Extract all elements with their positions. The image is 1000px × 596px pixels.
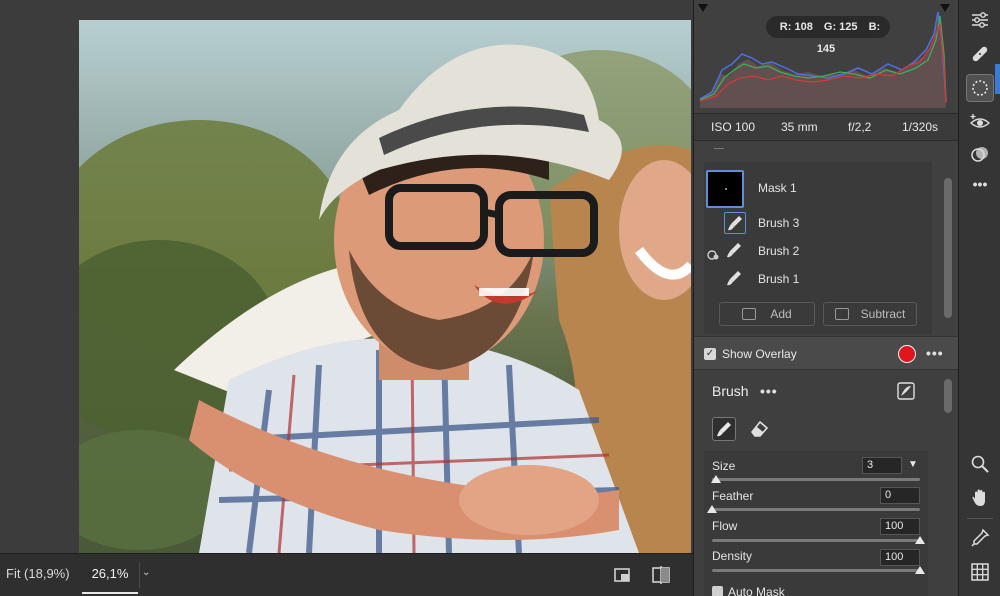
size-input[interactable]: 3 <box>862 457 902 474</box>
brush-preset-icon[interactable] <box>897 382 915 400</box>
size-slider-thumb[interactable] <box>711 475 722 483</box>
flow-slider-thumb[interactable] <box>915 536 925 544</box>
visibility-icon[interactable] <box>706 244 720 260</box>
brush-tool-icon[interactable] <box>712 417 736 441</box>
bottom-bar: Fit (18,9%) 26,1% ⌄ <box>0 553 693 596</box>
brush-panel-scrollbar[interactable] <box>944 379 952 413</box>
subtract-mask-button[interactable]: Subtract <box>823 302 917 326</box>
mask-thumbnail[interactable] <box>706 170 744 208</box>
photo-preview[interactable] <box>79 20 691 553</box>
brush-section: Brush ••• Size 3 ▼ Feather 0 Flow 100 De… <box>694 371 958 596</box>
histogram: R: 108 G: 125 B: 145 <box>698 4 950 108</box>
mask-list-scrollbar[interactable] <box>944 178 952 318</box>
show-overlay-checkbox[interactable]: ✓ <box>704 348 716 360</box>
add-mask-label: Add <box>770 307 792 321</box>
brush-row-label: Brush 2 <box>758 244 800 258</box>
brush-section-title: Brush <box>712 383 749 399</box>
redeye-icon[interactable] <box>966 108 994 136</box>
feather-slider-track[interactable] <box>712 508 920 511</box>
add-mask-icon <box>742 308 757 320</box>
photo-illustration <box>79 44 691 553</box>
tool-separator <box>967 518 993 519</box>
section-divider <box>714 148 724 149</box>
auto-mask-label: Auto Mask <box>728 585 785 596</box>
size-dropdown-icon[interactable]: ▼ <box>908 459 918 470</box>
exif-iso: ISO 100 <box>711 120 756 134</box>
density-slider-thumb[interactable] <box>915 566 925 574</box>
brush-row-label: Brush 1 <box>758 272 800 286</box>
rgb-g-value: G: 125 <box>823 21 858 33</box>
view-mode-icon[interactable] <box>612 564 634 586</box>
rgb-readout: R: 108 G: 125 B: 145 <box>766 16 890 55</box>
auto-mask-checkbox[interactable] <box>712 586 723 596</box>
show-overlay-label: Show Overlay <box>722 347 797 361</box>
brush-row[interactable]: Brush 2 <box>704 237 932 265</box>
grid-icon[interactable] <box>966 558 994 586</box>
rgb-r-value: R: 108 <box>779 21 813 33</box>
eyedropper-icon[interactable] <box>966 524 994 552</box>
more-icon[interactable]: ••• <box>966 170 994 198</box>
density-input[interactable]: 100 <box>880 549 920 566</box>
zoom-custom-button[interactable]: 26,1% <box>82 554 138 594</box>
brush-row[interactable]: Brush 3 <box>704 209 932 237</box>
flow-label: Flow <box>712 519 738 533</box>
zoom-icon[interactable] <box>966 450 994 478</box>
density-slider-track[interactable] <box>712 569 920 572</box>
exif-shutter: 1/320s <box>902 120 939 134</box>
chevron-down-icon[interactable]: ⌄ <box>142 567 150 578</box>
feather-slider-thumb[interactable] <box>707 505 717 513</box>
brush-icon <box>724 212 746 234</box>
presets-icon[interactable] <box>966 140 994 168</box>
canvas-area[interactable] <box>0 0 693 553</box>
brush-icon <box>724 268 746 290</box>
brush-row-label: Brush 3 <box>758 216 800 230</box>
size-label: Size <box>712 459 736 473</box>
window-edge-accent <box>995 64 1000 94</box>
brush-more-icon[interactable]: ••• <box>760 383 778 399</box>
size-slider-track[interactable] <box>712 478 920 481</box>
exif-focal-length: 35 mm <box>781 120 818 134</box>
healing-icon[interactable] <box>966 40 994 68</box>
hand-icon[interactable] <box>966 484 994 512</box>
more-icon[interactable]: ••• <box>926 345 944 361</box>
subtract-mask-label: Subtract <box>860 307 906 321</box>
flow-input[interactable]: 100 <box>880 518 920 535</box>
show-overlay-row: ✓ Show Overlay ••• <box>694 336 958 370</box>
eraser-icon[interactable] <box>748 418 770 440</box>
brush-icon <box>724 240 746 262</box>
density-label: Density <box>712 549 753 563</box>
zoom-fit-button[interactable]: Fit (18,9%) <box>6 554 70 594</box>
before-after-icon[interactable] <box>650 564 672 586</box>
mask-row[interactable]: Mask 1 <box>704 166 932 210</box>
flow-slider-track[interactable] <box>712 539 920 542</box>
mask-label: Mask 1 <box>758 181 797 195</box>
add-mask-button[interactable]: Add <box>719 302 815 326</box>
feather-label: Feather <box>712 489 754 503</box>
exif-aperture: f/2,2 <box>848 120 872 134</box>
feather-input[interactable]: 0 <box>880 487 920 504</box>
zoom-divider <box>139 562 140 588</box>
subtract-mask-icon <box>834 308 849 320</box>
tool-strip: ••• <box>958 0 1000 596</box>
auto-mask-option[interactable]: Auto Mask <box>712 585 785 596</box>
brush-row[interactable]: Brush 1 <box>704 265 932 293</box>
masking-icon[interactable] <box>966 74 994 102</box>
edit-panel: R: 108 G: 125 B: 145 ISO 100 35 mm f/2,2… <box>693 0 958 596</box>
overlay-color-swatch[interactable] <box>898 345 916 363</box>
sliders-icon[interactable] <box>966 6 994 34</box>
exif-info-bar: ISO 100 35 mm f/2,2 1/320s <box>694 113 958 141</box>
brush-settings: Size 3 ▼ Feather 0 Flow 100 Density 100 … <box>704 451 928 596</box>
